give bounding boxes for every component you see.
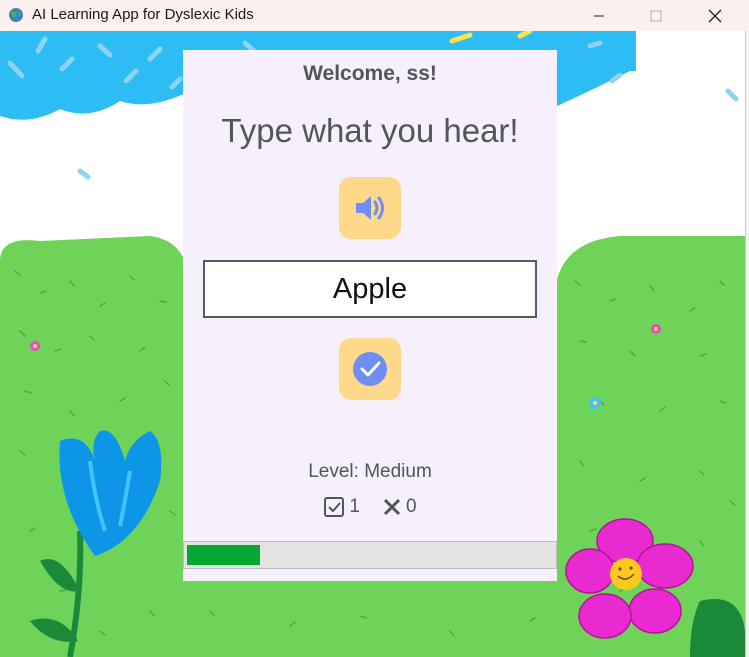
- maximize-icon: [650, 10, 662, 21]
- checkbox-check-icon: [324, 497, 345, 517]
- quiz-card: Welcome, ss! Type what you hear! Apple L…: [183, 50, 557, 581]
- level-label: Level: Medium: [308, 461, 432, 482]
- answer-input[interactable]: Apple: [203, 260, 537, 318]
- maximize-button[interactable]: [633, 0, 679, 31]
- speaker-icon: [356, 196, 384, 220]
- window-title: AI Learning App for Dyslexic Kids: [32, 6, 254, 23]
- close-icon: [708, 9, 722, 22]
- wrong-count: 0: [406, 496, 417, 517]
- correct-count: 1: [349, 496, 360, 517]
- checkmark-circle-icon: [353, 352, 387, 386]
- welcome-heading: Welcome, ss!: [303, 62, 437, 85]
- cross-icon: [383, 498, 401, 516]
- close-button[interactable]: [692, 0, 738, 31]
- window-edge: [745, 31, 749, 657]
- globe-icon: [9, 8, 23, 22]
- progress-fill: [187, 545, 260, 565]
- play-audio-button[interactable]: [339, 177, 401, 239]
- submit-answer-button[interactable]: [339, 338, 401, 400]
- title-bar: AI Learning App for Dyslexic Kids: [0, 0, 749, 31]
- progress-bar: [183, 541, 557, 569]
- minimize-icon: [594, 15, 604, 16]
- instruction-text: Type what you hear!: [221, 112, 519, 149]
- score-row: 1 0: [183, 496, 557, 518]
- minimize-button[interactable]: [576, 0, 622, 31]
